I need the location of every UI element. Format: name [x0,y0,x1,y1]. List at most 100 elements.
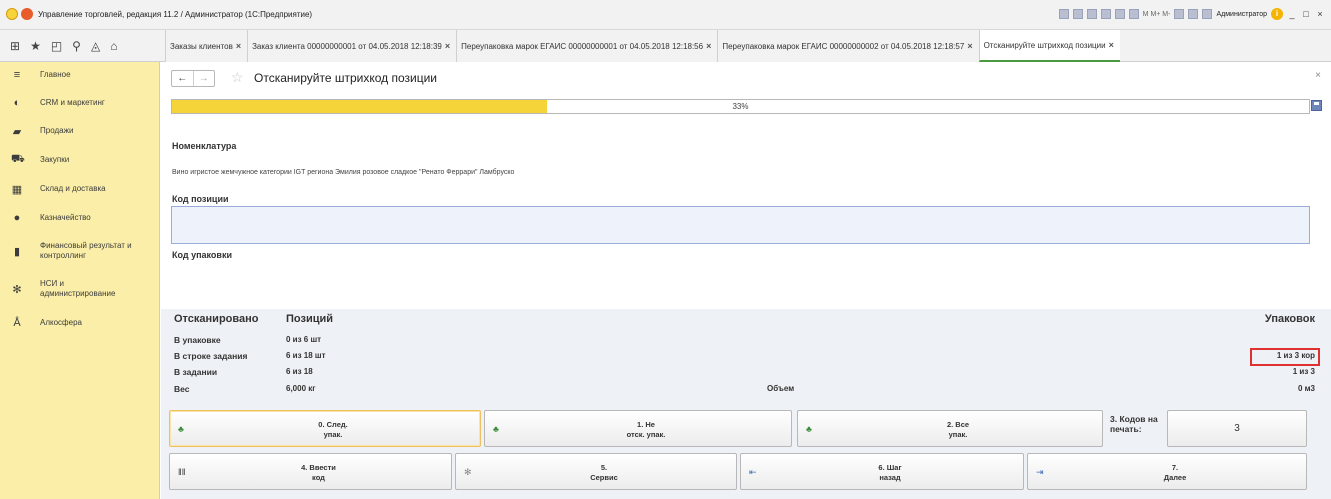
tab-close-icon[interactable]: × [236,41,241,51]
all-packages-button[interactable]: ♣ 2. Все упак. [797,410,1103,447]
back-arrow-icon[interactable]: ← [172,71,193,86]
sidebar-item-treasury[interactable]: ● Казначейство [0,211,160,225]
apps-grid-icon[interactable]: ⊞ [10,39,20,53]
stats-row-in-task: В задании 6 из 18 1 из 3 [174,367,1315,377]
tabs-bar: ⊞ ★ ◰ ⚲ ◬ ⌂ Заказы клиентов × Заказ клиен… [0,30,1331,62]
search-icon[interactable]: ⚲ [72,39,81,53]
tab-repack-1[interactable]: Переупаковка марок ЕГАИС 00000000001 от … [456,30,718,62]
sidebar-item-financial[interactable]: ▮ Финансовый результат и контроллинг [0,240,160,262]
tab-close-icon[interactable]: × [1109,40,1114,50]
packages-header: Упаковок [1264,313,1315,325]
main-menu-icon[interactable] [21,8,33,20]
calculator-icon[interactable] [1128,9,1139,19]
zoom-icon[interactable] [1174,9,1185,19]
maximize-button[interactable]: □ [1301,9,1311,19]
history-icon[interactable]: ◰ [51,39,62,53]
scan-progress-bar: 33% [171,99,1310,114]
copy-icon[interactable] [1086,9,1097,19]
print-icon[interactable] [1058,9,1069,19]
next-icon: ⇥ [1036,467,1044,477]
sidebar: ≡ Главное ◐ CRM и маркетинг ▰ Продажи ⛟ … [0,62,160,499]
tab-repack-2[interactable]: Переупаковка марок ЕГАИС 00000000002 от … [717,30,979,62]
next-package-button[interactable]: ♣ 0. След. упак. [169,410,481,447]
positions-header: Позиций [286,313,333,325]
window-list-icon[interactable] [1188,9,1199,19]
title-bar: Управление торговлей, редакция 11.2 / Ад… [0,0,1331,30]
close-window-button[interactable]: × [1315,9,1325,19]
step-back-button[interactable]: ⇤ 6. Шаг назад [740,453,1024,490]
quick-nav: ⊞ ★ ◰ ⚲ ◬ ⌂ [0,30,165,62]
gear-icon: ✻ [12,284,22,296]
tab-close-icon[interactable]: × [967,41,972,51]
close-form-icon[interactable]: × [1315,70,1321,81]
position-code-input[interactable] [171,206,1310,244]
gear-icon: ✻ [464,467,472,477]
sidebar-item-crm[interactable]: ◐ CRM и маркетинг [0,96,160,110]
scan-statistics: Отсканировано Позиций Упаковок В упаковк… [161,309,1331,401]
enter-code-button[interactable]: ‖‖ 4. Ввести код [169,453,452,490]
box-arrow-icon: ♣ [178,424,184,434]
not-scanned-packages-button[interactable]: ♣ 1. Не отск. упак. [484,410,792,447]
highlight-box [1250,348,1320,366]
tab-customer-orders[interactable]: Заказы клиентов × [165,30,248,62]
favorite-star-icon[interactable]: ☆ [231,69,244,86]
save-icon[interactable] [1311,100,1322,111]
sidebar-item-warehouse[interactable]: ▦ Склад и доставка [0,182,160,196]
tab-close-icon[interactable]: × [445,41,450,51]
codes-to-print-field[interactable]: 3 [1167,410,1307,447]
calendar-icon[interactable] [1114,9,1125,19]
cart-icon: ⛟ [11,153,25,165]
layout-icon[interactable] [1202,9,1213,19]
stats-row-in-task-line: В строке задания 6 из 18 шт 1 из 3 кор [161,348,1331,366]
user-name[interactable]: Администратор [1216,11,1267,18]
tab-close-icon[interactable]: × [706,41,711,51]
notifications-bell-icon[interactable]: ◬ [91,39,100,53]
sidebar-item-main[interactable]: ≡ Главное [0,68,160,82]
page-title: Отсканируйте штрихкод позиции [254,71,437,85]
window-title: Управление торговлей, редакция 11.2 / Ад… [38,10,313,19]
action-buttons: ♣ 0. След. упак. ♣ 1. Не отск. упак. ♣ 2… [161,401,1331,499]
info-icon[interactable]: i [1271,8,1283,20]
back-icon: ⇤ [749,467,757,477]
warehouse-icon: ▦ [11,183,23,196]
history-nav: ← → [171,70,215,87]
box-arrow-icon: ♣ [493,424,499,434]
sales-bag-icon: ▰ [12,125,22,138]
menu-icon: ≡ [13,69,21,81]
tabs: Заказы клиентов × Заказ клиента 000000000… [165,30,1120,62]
sidebar-item-sales[interactable]: ▰ Продажи [0,124,160,138]
tab-scan-barcode[interactable]: Отсканируйте штрихкод позиции × [978,30,1120,62]
chart-icon: ▮ [13,246,21,258]
next-button[interactable]: ⇥ 7. Далее [1027,453,1307,490]
app-logo-icon [6,8,18,20]
package-code-label: Код упаковки [172,250,232,260]
alcosphere-icon: Å [13,317,21,329]
codes-to-print-label: 3. Кодов на печать: [1110,414,1158,434]
sidebar-item-admin[interactable]: ✻ НСИ и администрирование [0,278,160,300]
stats-row-in-package: В упаковке 0 из 6 шт [174,335,322,345]
stats-header: Отсканировано Позиций Упаковок [161,313,1331,328]
minimize-button[interactable]: _ [1287,9,1297,19]
main-form: ← → ☆ Отсканируйте штрихкод позиции × 33… [161,62,1331,499]
preview-icon[interactable] [1072,9,1083,19]
box-arrow-icon: ♣ [806,424,812,434]
home-icon[interactable]: ⌂ [110,39,117,53]
memory-buttons[interactable]: M M+ M- [1143,11,1171,18]
nomenclature-label: Номенклатура [172,141,237,151]
tab-customer-order[interactable]: Заказ клиента 00000000001 от 04.05.2018 … [247,30,457,62]
progress-label: 33% [732,102,749,111]
treasury-icon: ● [13,212,21,224]
favorites-star-icon[interactable]: ★ [30,39,41,53]
sidebar-item-alcosphere[interactable]: Å Алкосфера [0,316,160,330]
window-toolbar: M M+ M- Администратор i _ □ × [1058,8,1325,20]
sidebar-item-purchases[interactable]: ⛟ Закупки [0,153,160,167]
forward-arrow-icon[interactable]: → [192,71,215,86]
paste-icon[interactable] [1100,9,1111,19]
service-button[interactable]: ✻ 5. Сервис [455,453,737,490]
scanned-header: Отсканировано [174,313,259,325]
crm-icon: ◐ [13,97,21,109]
nomenclature-value: Вино игристое жемчужное категории IGT ре… [172,169,515,176]
barcode-icon: ‖‖ [178,467,186,477]
position-code-label: Код позиции [172,194,229,204]
stats-row-weight: Вес 6,000 кг Объем 0 м3 [174,384,1315,394]
